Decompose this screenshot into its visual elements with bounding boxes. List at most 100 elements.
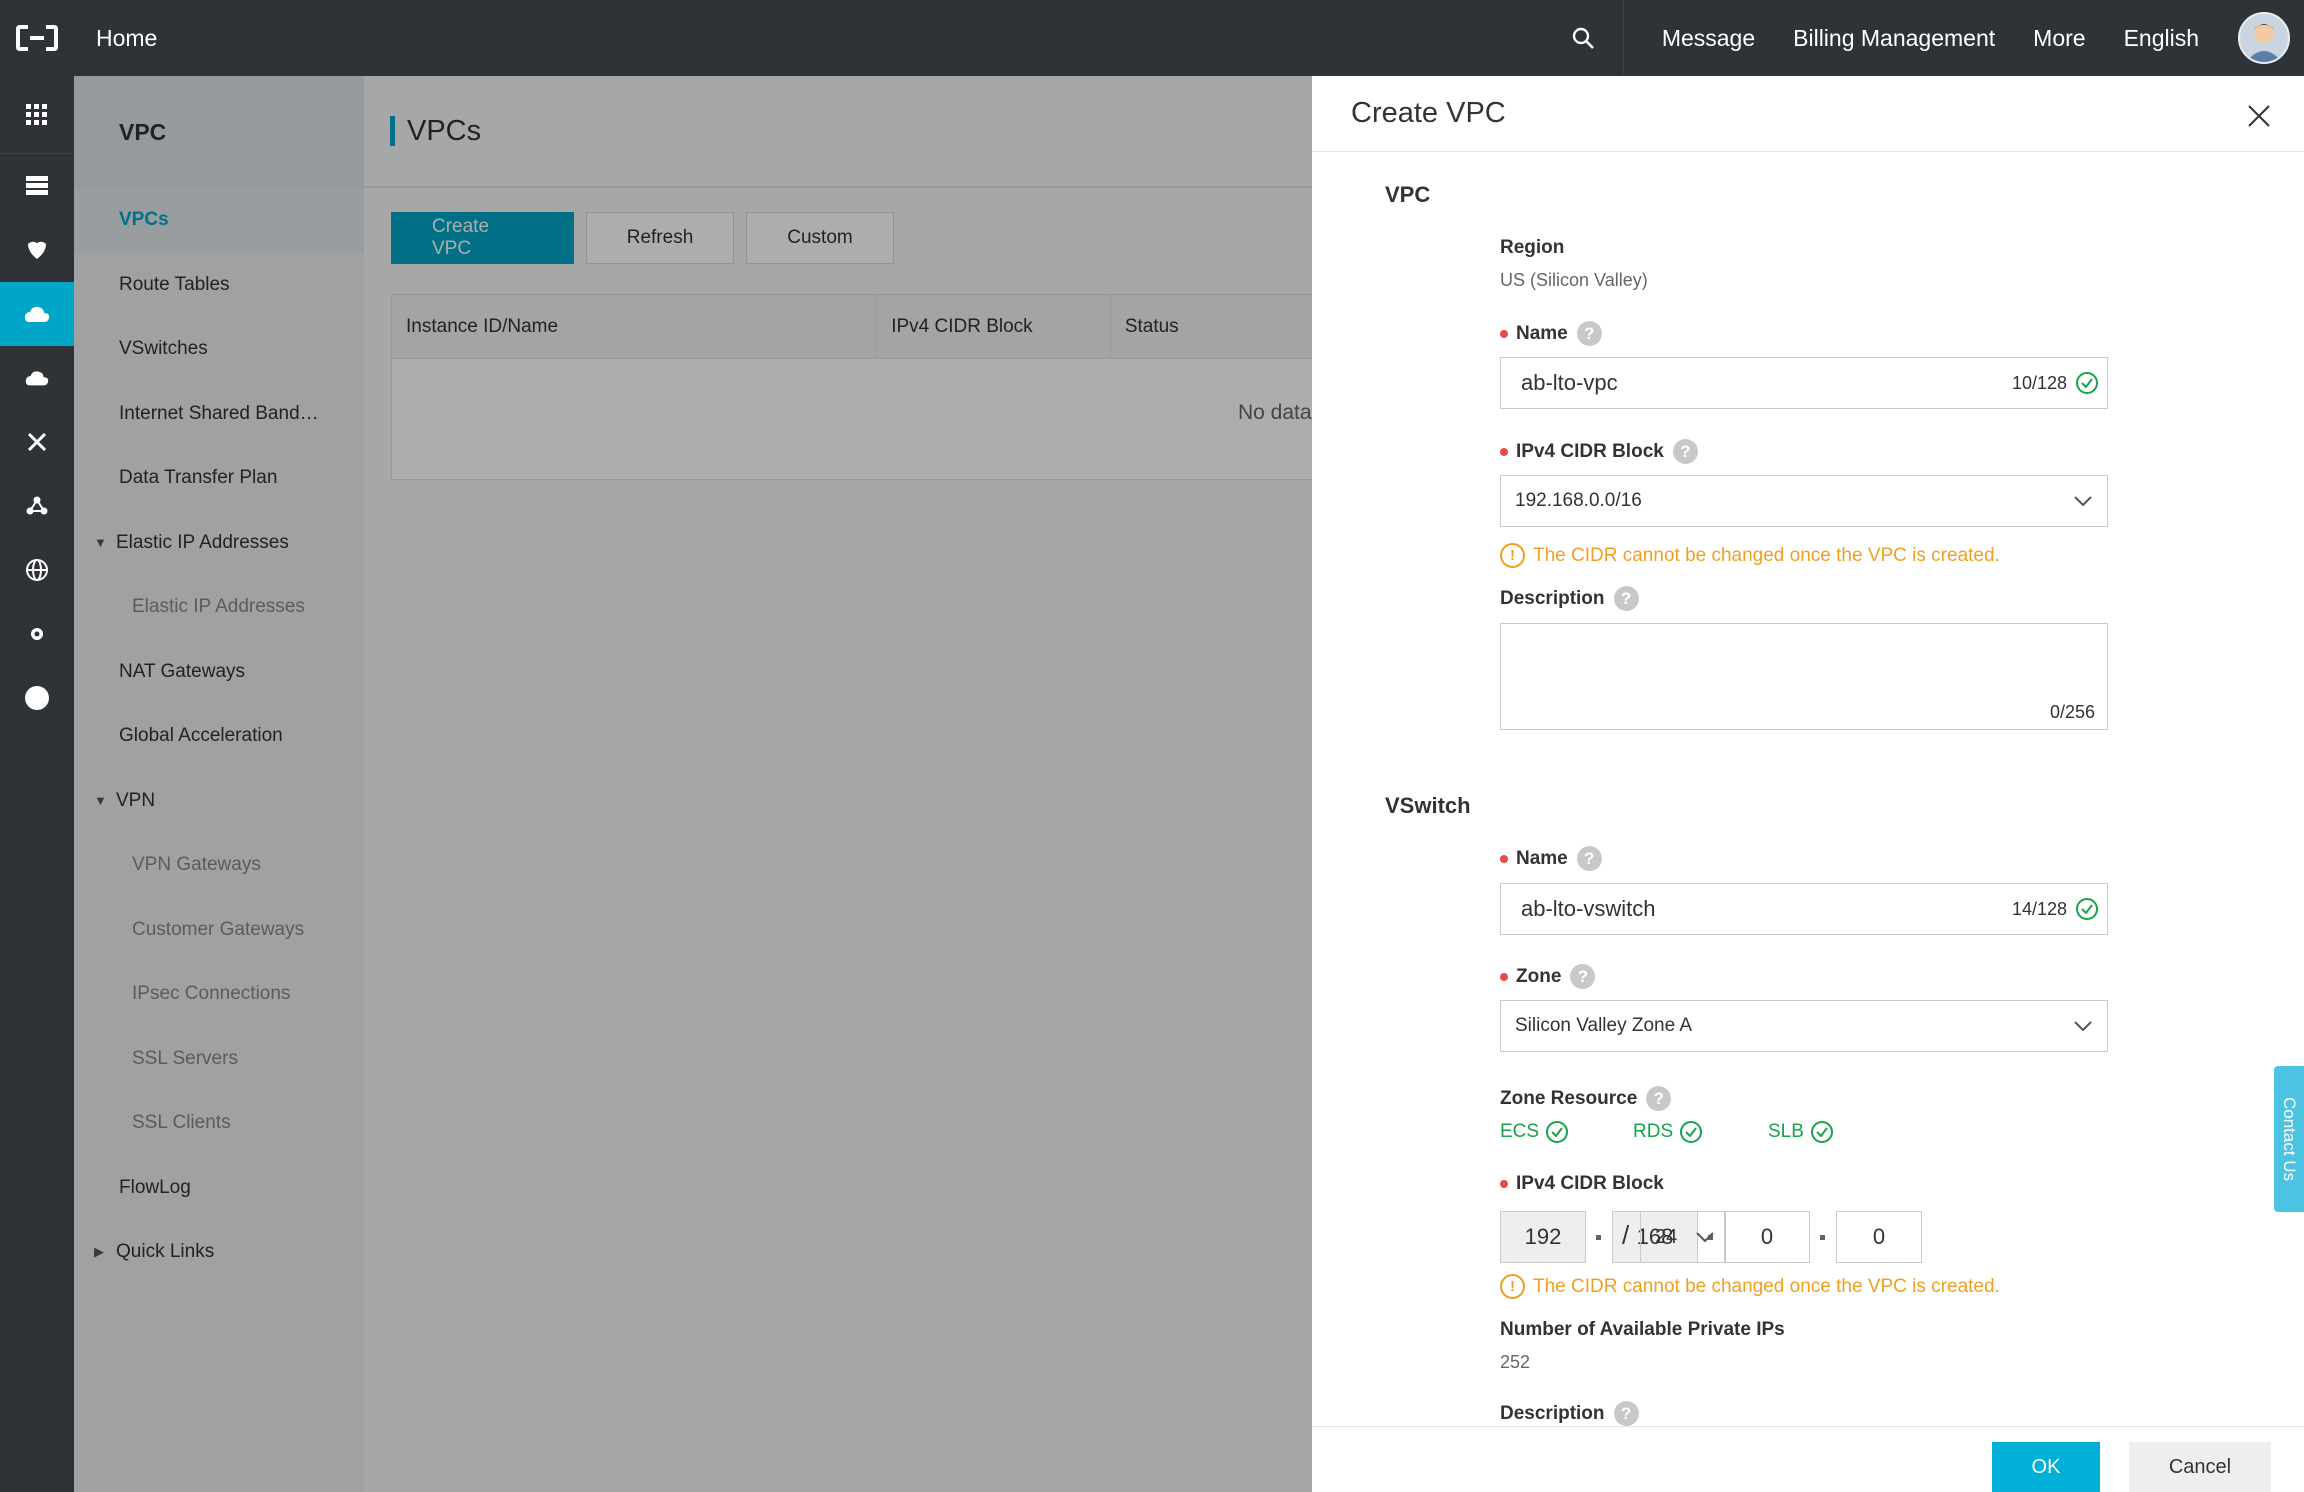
check-circle-icon [2075, 371, 2099, 401]
vswitch-cidr-label-text: IPv4 CIDR Block [1516, 1173, 1664, 1194]
more-menu[interactable]: More [2014, 25, 2104, 52]
vpc-description-counter: 0/256 [2049, 702, 2095, 722]
vswitch-name-label: Name ? [1500, 846, 1602, 871]
required-dot [1500, 329, 1508, 338]
vpc-cidr-select[interactable]: 192.168.0.0/16 [1500, 475, 2108, 527]
vpc-cidr-warning-text: The CIDR cannot be changed once the VPC … [1533, 544, 2000, 566]
zone-resource-ecs-label: ECS [1500, 1121, 1540, 1142]
vswitch-name-value: ab-lto-vswitch [1521, 896, 1656, 921]
vswitch-cidr-warning-text: The CIDR cannot be changed once the VPC … [1533, 1275, 2000, 1297]
language-menu[interactable]: English [2105, 25, 2218, 52]
cidr-slash: / [1622, 1220, 1630, 1250]
avatar[interactable] [2238, 12, 2290, 64]
zone-resource-slb-label: SLB [1768, 1121, 1804, 1142]
nodes-icon[interactable] [0, 474, 74, 538]
vpc-description-label: Description ? [1500, 586, 1639, 611]
help-icon[interactable]: ? [1613, 1401, 1639, 1426]
products-grid-icon[interactable] [0, 76, 74, 154]
octet-separator [1596, 1235, 1601, 1240]
check-circle-icon [1810, 1121, 1833, 1143]
server-icon[interactable] [0, 154, 74, 218]
vpc-name-label-text: Name [1516, 322, 1568, 344]
zone-value: Silicon Valley Zone A [1515, 1015, 1693, 1036]
gear-cloud-icon[interactable] [0, 602, 74, 666]
available-ips-value: 252 [1500, 1352, 1531, 1372]
vpc-name-value: ab-lto-vpc [1521, 370, 1618, 395]
top-bar: Home Message Billing Management More Eng… [0, 0, 2304, 76]
zone-resource-rds-label: RDS [1633, 1121, 1674, 1142]
help-icon[interactable]: ? [1576, 846, 1602, 871]
zone-resource-label: Zone Resource ? [1500, 1086, 1672, 1111]
vpc-description-label-text: Description [1500, 587, 1605, 609]
vpc-name-label: Name ? [1500, 321, 1602, 346]
globe-icon[interactable] [0, 538, 74, 602]
cidr-octet-4[interactable]: 0 [1836, 1211, 1922, 1263]
required-dot [1500, 1180, 1508, 1188]
vswitch-cidr-label: IPv4 CIDR Block [1500, 1173, 1664, 1195]
cidr-mask-value: 24 [1655, 1225, 1678, 1248]
help-icon[interactable]: ? [1672, 439, 1698, 464]
chevron-down-icon [1695, 1227, 1715, 1253]
vpc-cidr-label-text: IPv4 CIDR Block [1516, 440, 1664, 462]
required-dot [1500, 972, 1508, 981]
security-icon[interactable] [0, 218, 74, 282]
vpc-section-title: VPC [1385, 182, 1431, 207]
search-icon[interactable] [1544, 0, 1624, 76]
vswitch-description-label-text: Description [1500, 1402, 1605, 1424]
cidr-octet-3[interactable]: 0 [1724, 1211, 1810, 1263]
zone-resource-label-text: Zone Resource [1500, 1087, 1638, 1109]
home-link[interactable]: Home [96, 25, 157, 52]
check-circle-icon [1680, 1121, 1703, 1143]
zone-select[interactable]: Silicon Valley Zone A [1500, 1000, 2108, 1052]
zone-resource-ecs: ECS [1500, 1120, 1569, 1144]
billing-management-link[interactable]: Billing Management [1774, 25, 2014, 52]
vswitch-cidr-warning: ! The CIDR cannot be changed once the VP… [1500, 1274, 2000, 1299]
region-label: Region [1500, 237, 1565, 258]
vswitch-name-counter: 14/128 [2011, 898, 2067, 919]
cidr-octet-1: 192 [1500, 1211, 1586, 1263]
octet-separator [1820, 1235, 1825, 1240]
message-link[interactable]: Message [1624, 25, 1774, 52]
circle-icon[interactable] [0, 666, 74, 730]
warning-icon: ! [1500, 543, 1525, 568]
zone-label-text: Zone [1516, 965, 1562, 987]
icon-rail [0, 76, 74, 1492]
vswitch-description-label: Description ? [1500, 1401, 1639, 1426]
ok-button[interactable]: OK [1992, 1442, 2100, 1492]
contact-us-tab[interactable]: Contact Us [2274, 1066, 2304, 1212]
check-circle-icon [2075, 897, 2099, 927]
cidr-mask-select[interactable]: 24 [1640, 1211, 1726, 1263]
vpc-cidr-value: 192.168.0.0/16 [1515, 490, 1642, 511]
network-icon[interactable] [0, 410, 74, 474]
chevron-down-icon [2073, 1016, 2093, 1042]
vpc-cloud-icon[interactable] [0, 282, 74, 346]
help-icon[interactable]: ? [1570, 964, 1596, 989]
drawer-title: Create VPC [1351, 97, 1506, 129]
vpc-name-counter: 10/128 [2011, 372, 2067, 393]
required-dot [1500, 854, 1508, 863]
vpc-cidr-warning: ! The CIDR cannot be changed once the VP… [1500, 543, 2000, 568]
required-dot [1500, 447, 1508, 456]
cancel-button[interactable]: Cancel [2129, 1442, 2271, 1492]
close-icon[interactable] [2248, 102, 2274, 128]
region-value: US (Silicon Valley) [1500, 270, 1648, 290]
vpc-description-textarea[interactable]: 0/256 [1500, 623, 2108, 730]
zone-resource-rds: RDS [1633, 1120, 1703, 1144]
help-icon[interactable]: ? [1646, 1086, 1672, 1111]
check-circle-icon [1546, 1121, 1569, 1143]
vswitch-section-title: VSwitch [1385, 793, 1471, 818]
help-icon[interactable]: ? [1613, 586, 1639, 611]
available-ips-label: Number of Available Private IPs [1500, 1319, 1785, 1340]
vpc-cidr-label: IPv4 CIDR Block ? [1500, 439, 1698, 464]
modal-overlay[interactable] [74, 76, 1312, 1492]
warning-icon: ! [1500, 1274, 1525, 1299]
cloud-upload-icon[interactable] [0, 346, 74, 410]
help-icon[interactable]: ? [1576, 321, 1602, 346]
vswitch-name-label-text: Name [1516, 847, 1568, 869]
zone-resource-slb: SLB [1768, 1120, 1834, 1144]
cloud-logo-icon[interactable] [0, 0, 74, 76]
vpc-name-input[interactable]: ab-lto-vpc 10/128 [1500, 357, 2108, 409]
zone-label: Zone ? [1500, 964, 1596, 989]
vswitch-name-input[interactable]: ab-lto-vswitch 14/128 [1500, 883, 2108, 935]
chevron-down-icon [2073, 491, 2093, 517]
